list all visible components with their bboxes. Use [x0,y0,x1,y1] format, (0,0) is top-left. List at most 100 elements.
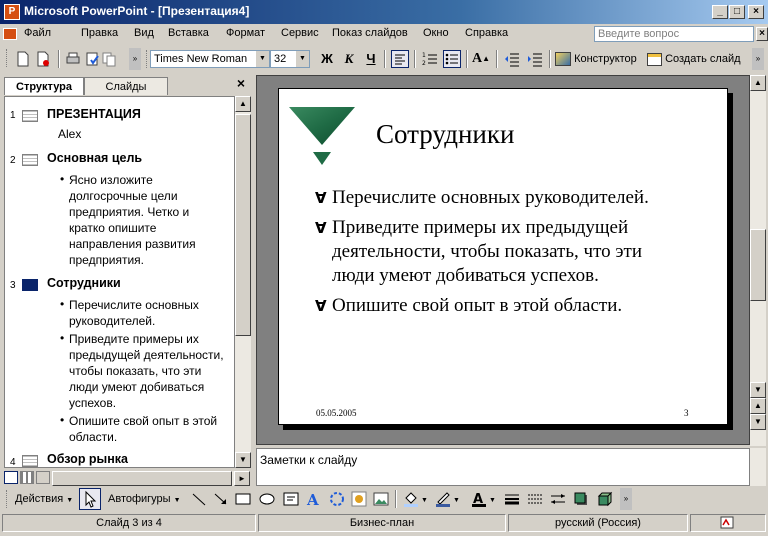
slide-canvas[interactable]: Сотрудники ∀ Перечислите основных руково… [278,88,728,425]
3d-style-icon[interactable] [595,490,613,508]
outline-slide-title[interactable]: Сотрудники [47,276,121,290]
outline-view[interactable]: 1 ПРЕЗЕНТАЦИЯ Alex 2 Основная цель • Ясн… [4,96,235,468]
toolbar-overflow-chevron-icon[interactable]: » [129,48,141,70]
toolbar-grip[interactable] [6,49,9,67]
powerpoint-app-icon[interactable]: P [4,4,20,20]
font-color-icon[interactable]: A ▼ [470,490,496,508]
italic-button[interactable]: К [340,50,358,68]
bulleted-list-icon[interactable] [443,50,461,68]
scroll-down-icon[interactable]: ▼ [750,382,766,398]
notes-placeholder[interactable]: Заметки к слайду [260,453,357,467]
menu-tools[interactable]: Сервис [281,27,319,39]
underline-button[interactable]: Ч [362,50,380,68]
slide-bullet[interactable]: ∀ Приведите примеры их предыдущей деятел… [315,216,725,288]
arrow-style-icon[interactable] [549,490,567,508]
slide-body[interactable]: ∀ Перечислите основных руководителей. ∀ … [315,186,725,318]
slide-bullet[interactable]: ∀ Перечислите основных руководителей. [315,186,725,210]
menu-window[interactable]: Окно [423,27,449,39]
scrollbar-thumb[interactable] [235,114,251,336]
actions-menu-button[interactable]: Действия ▼ [15,490,73,508]
copy-icon[interactable] [100,50,118,68]
shadow-style-icon[interactable] [572,490,590,508]
minimize-button[interactable]: _ [712,5,728,19]
dash-style-icon[interactable] [526,490,544,508]
outline-bullet[interactable]: Перечислите основных руководителей. [69,297,234,329]
outline-bullet[interactable]: Приведите примеры их предыдущей деятельн… [69,331,234,411]
slide-icon[interactable] [22,110,38,122]
slide-bullet[interactable]: ∀ Опишите свой опыт в этой области. [315,294,725,318]
outline-slide-title[interactable]: Основная цель [47,151,142,165]
close-pane-icon[interactable]: × [234,76,248,90]
slide-title[interactable]: Сотрудники [376,119,514,150]
ask-question-input[interactable]: Введите вопрос [594,26,754,42]
tab-structure[interactable]: Структура [4,77,84,95]
new-from-template-icon[interactable] [34,50,52,68]
slide-icon-selected[interactable] [22,279,38,291]
autoshapes-menu-button[interactable]: Автофигуры ▼ [108,490,181,508]
dropdown-arrow-icon[interactable]: ▼ [256,51,269,67]
align-left-icon[interactable] [391,50,409,68]
print-icon[interactable] [64,50,82,68]
doc-close-icon[interactable]: × [756,27,768,41]
notes-pane[interactable]: Заметки к слайду [256,448,750,486]
select-objects-icon[interactable] [79,488,101,510]
notes-scrollbar[interactable] [750,448,766,486]
menu-edit[interactable]: Правка [81,27,118,39]
scroll-down-icon[interactable]: ▼ [235,452,251,468]
line-color-icon[interactable]: ▼ [434,490,460,508]
design-button[interactable]: Конструктор [555,50,637,68]
increase-font-size-icon[interactable]: A▲ [472,50,490,68]
menu-insert[interactable]: Вставка [168,27,209,39]
new-slide-button[interactable]: Создать слайд [647,50,741,68]
slide-icon[interactable] [22,455,38,467]
bold-button[interactable]: Ж [318,50,336,68]
toolbar-grip[interactable] [6,490,9,508]
line-tool-icon[interactable] [190,490,208,508]
scroll-right-icon[interactable]: ► [234,471,250,486]
oval-tool-icon[interactable] [258,490,276,508]
next-slide-icon[interactable]: ▼ [750,414,766,430]
slide-sorter-icon[interactable] [20,471,34,484]
outline-slide-title[interactable]: Обзор рынка [47,452,128,466]
document-icon[interactable] [3,28,17,40]
outline-slide-title[interactable]: ПРЕЗЕНТАЦИЯ [47,107,141,121]
tab-slides[interactable]: Слайды [84,77,168,95]
increase-indent-icon[interactable] [526,50,544,68]
slide-icon[interactable] [22,154,38,166]
close-window-button[interactable]: × [748,5,764,19]
line-style-icon[interactable] [503,490,521,508]
toolbar-overflow-chevron-icon[interactable]: » [752,48,764,70]
outline-bullet[interactable]: Ясно изложите долгосрочные цели предприя… [69,172,234,268]
scroll-up-icon[interactable]: ▲ [750,75,766,91]
new-document-icon[interactable] [14,50,32,68]
menu-view[interactable]: Вид [134,27,154,39]
fill-color-icon[interactable]: ▼ [402,490,428,508]
menu-slideshow[interactable]: Показ слайдов [332,27,408,39]
outline-scrollbar[interactable]: ▲ ▼ [235,96,251,468]
menu-help[interactable]: Справка [465,27,508,39]
wordart-icon[interactable]: A [305,490,323,508]
slideshow-view-icon[interactable] [36,471,50,484]
insert-picture-icon[interactable] [372,490,390,508]
clipart-icon[interactable] [350,490,368,508]
outline-bullet[interactable]: Опишите свой опыт в этой области. [69,413,234,445]
scrollbar-thumb[interactable] [750,229,766,301]
font-size-select[interactable]: 32 ▼ [270,50,310,68]
maximize-button[interactable]: □ [729,5,745,19]
scroll-up-icon[interactable]: ▲ [235,96,251,112]
status-spelling[interactable] [690,514,766,532]
normal-view-icon[interactable] [4,471,18,484]
outline-subtitle[interactable]: Alex [58,126,81,142]
menu-format[interactable]: Формат [226,27,265,39]
status-language[interactable]: русский (Россия) [508,514,688,532]
dropdown-arrow-icon[interactable]: ▼ [296,51,309,67]
numbered-list-icon[interactable]: 12 [421,50,439,68]
scrollbar-thumb[interactable] [52,471,232,486]
font-name-select[interactable]: Times New Roman ▼ [150,50,270,68]
toolbar-overflow-chevron-icon[interactable]: » [620,488,632,510]
diagram-icon[interactable] [328,490,346,508]
decrease-indent-icon[interactable] [503,50,521,68]
outline-hscrollbar[interactable]: ► [52,471,250,486]
rectangle-tool-icon[interactable] [234,490,252,508]
toolbar-grip[interactable] [146,50,149,68]
